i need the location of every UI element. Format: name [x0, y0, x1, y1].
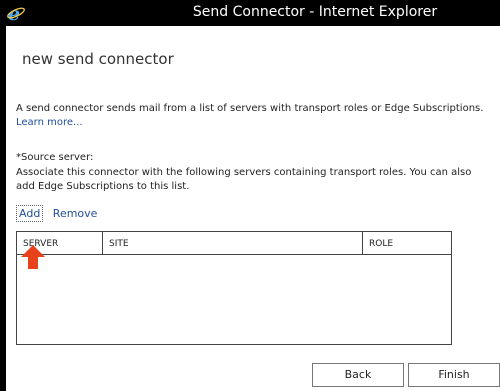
dialog-content: new send connector A send connector send… [6, 26, 500, 391]
table-header: SERVER SITE ROLE [17, 232, 451, 255]
window-title: Send Connector - Internet Explorer [192, 4, 438, 20]
connector-description: A send connector sends mail from a list … [16, 102, 486, 130]
source-server-label: *Source server: [16, 152, 94, 163]
learn-more-link[interactable]: Learn more... [16, 117, 83, 128]
back-button[interactable]: Back [312, 363, 404, 387]
source-server-description: Associate this connector with the follow… [16, 167, 472, 192]
server-actions: Add Remove [16, 205, 99, 222]
source-server-table[interactable]: SERVER SITE ROLE [16, 231, 452, 345]
window-titlebar: e Send Connector - Internet Explorer [0, 0, 500, 26]
column-header-role[interactable]: ROLE [363, 232, 451, 254]
remove-server-button[interactable]: Remove [51, 206, 100, 221]
annotation-arrow-icon [21, 245, 45, 269]
finish-button[interactable]: Finish [408, 363, 500, 387]
description-text: A send connector sends mail from a list … [16, 103, 484, 114]
column-header-site[interactable]: SITE [103, 232, 363, 254]
add-server-button[interactable]: Add [16, 205, 44, 222]
page-title: new send connector [22, 50, 174, 68]
